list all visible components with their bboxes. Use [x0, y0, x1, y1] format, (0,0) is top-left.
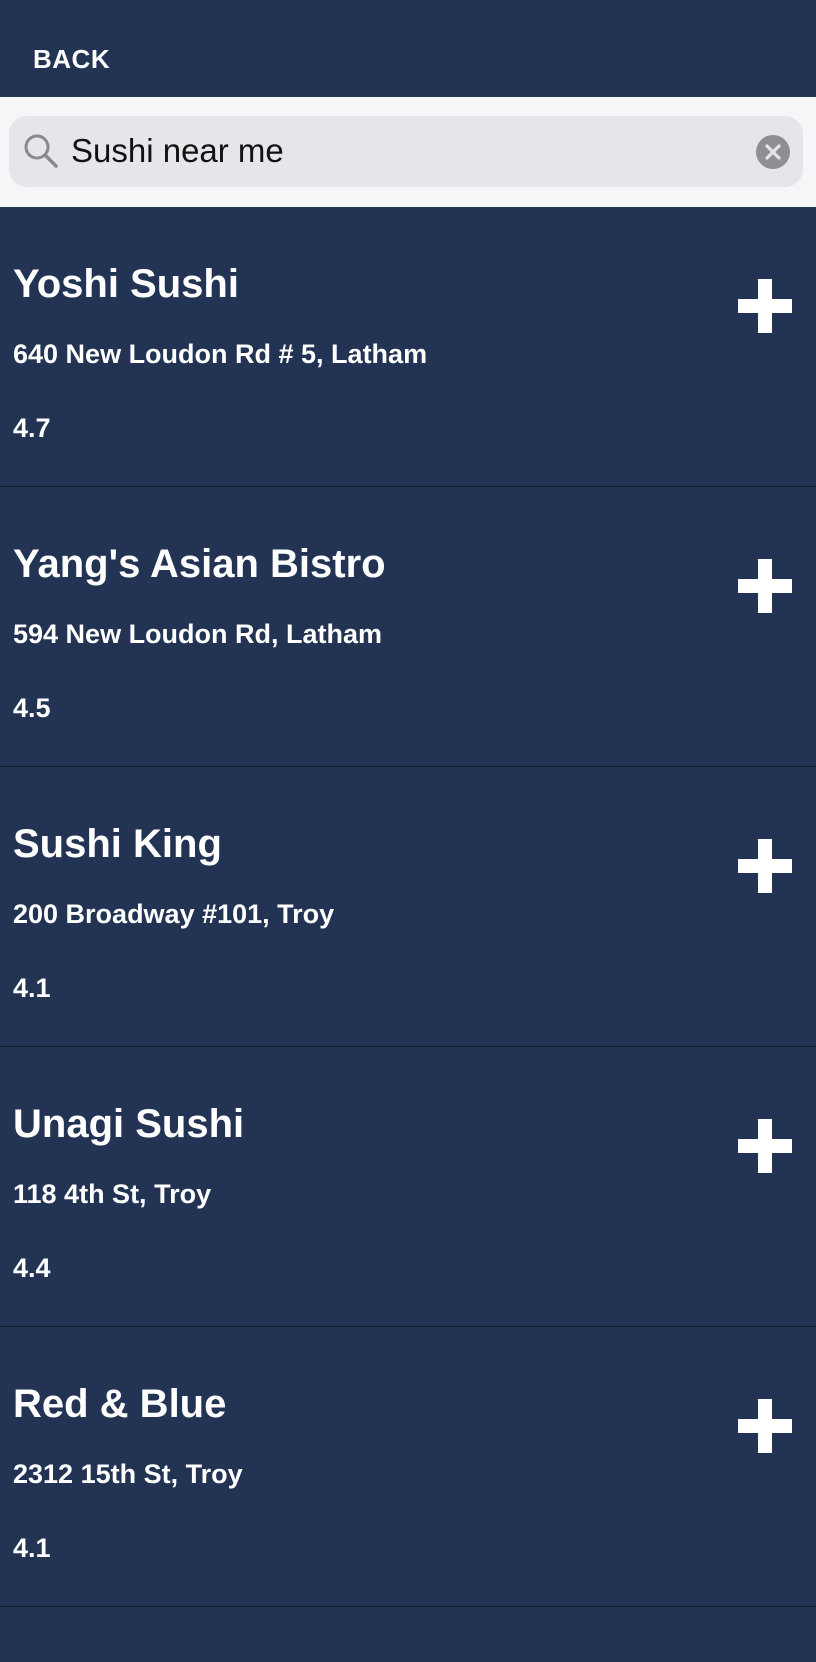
restaurant-address: 2312 15th St, Troy [13, 1459, 243, 1489]
restaurant-address: 640 New Loudon Rd # 5, Latham [13, 339, 428, 369]
add-button[interactable] [738, 839, 792, 893]
plus-icon [758, 559, 772, 613]
restaurant-rating: 4.7 [13, 413, 51, 443]
restaurant-rating: 4.1 [13, 1533, 51, 1563]
results-list: Yoshi Sushi 640 New Loudon Rd # 5, Latha… [0, 207, 816, 1607]
list-item[interactable]: Sushi King 200 Broadway #101, Troy 4.1 [0, 767, 816, 1047]
restaurant-name: Sushi King [13, 822, 222, 866]
list-item[interactable]: Unagi Sushi 118 4th St, Troy 4.4 [0, 1047, 816, 1327]
search-input[interactable]: Sushi near me [9, 116, 803, 187]
restaurant-rating: 4.4 [13, 1253, 51, 1283]
restaurant-name: Red & Blue [13, 1382, 227, 1426]
restaurant-name: Yang's Asian Bistro [13, 542, 386, 586]
top-bar: BACK [0, 0, 816, 97]
back-button[interactable]: BACK [33, 44, 110, 75]
plus-icon [758, 839, 772, 893]
list-item[interactable]: Red & Blue 2312 15th St, Troy 4.1 [0, 1327, 816, 1607]
plus-icon [758, 1399, 772, 1453]
add-button[interactable] [738, 1399, 792, 1453]
restaurant-address: 200 Broadway #101, Troy [13, 899, 335, 929]
restaurant-address: 118 4th St, Troy [13, 1179, 212, 1209]
add-button[interactable] [738, 1119, 792, 1173]
search-query-text[interactable]: Sushi near me [71, 131, 284, 171]
search-bar: Sushi near me [0, 97, 816, 207]
add-button[interactable] [738, 279, 792, 333]
restaurant-rating: 4.5 [13, 693, 51, 723]
plus-icon [758, 1119, 772, 1173]
list-item[interactable]: Yang's Asian Bistro 594 New Loudon Rd, L… [0, 487, 816, 767]
restaurant-rating: 4.1 [13, 973, 51, 1003]
clear-icon[interactable] [756, 135, 790, 169]
restaurant-name: Unagi Sushi [13, 1102, 245, 1146]
add-button[interactable] [738, 559, 792, 613]
restaurant-address: 594 New Loudon Rd, Latham [13, 619, 383, 649]
search-icon [24, 134, 58, 168]
restaurant-name: Yoshi Sushi [13, 262, 239, 306]
plus-icon [758, 279, 772, 333]
list-item[interactable]: Yoshi Sushi 640 New Loudon Rd # 5, Latha… [0, 207, 816, 487]
